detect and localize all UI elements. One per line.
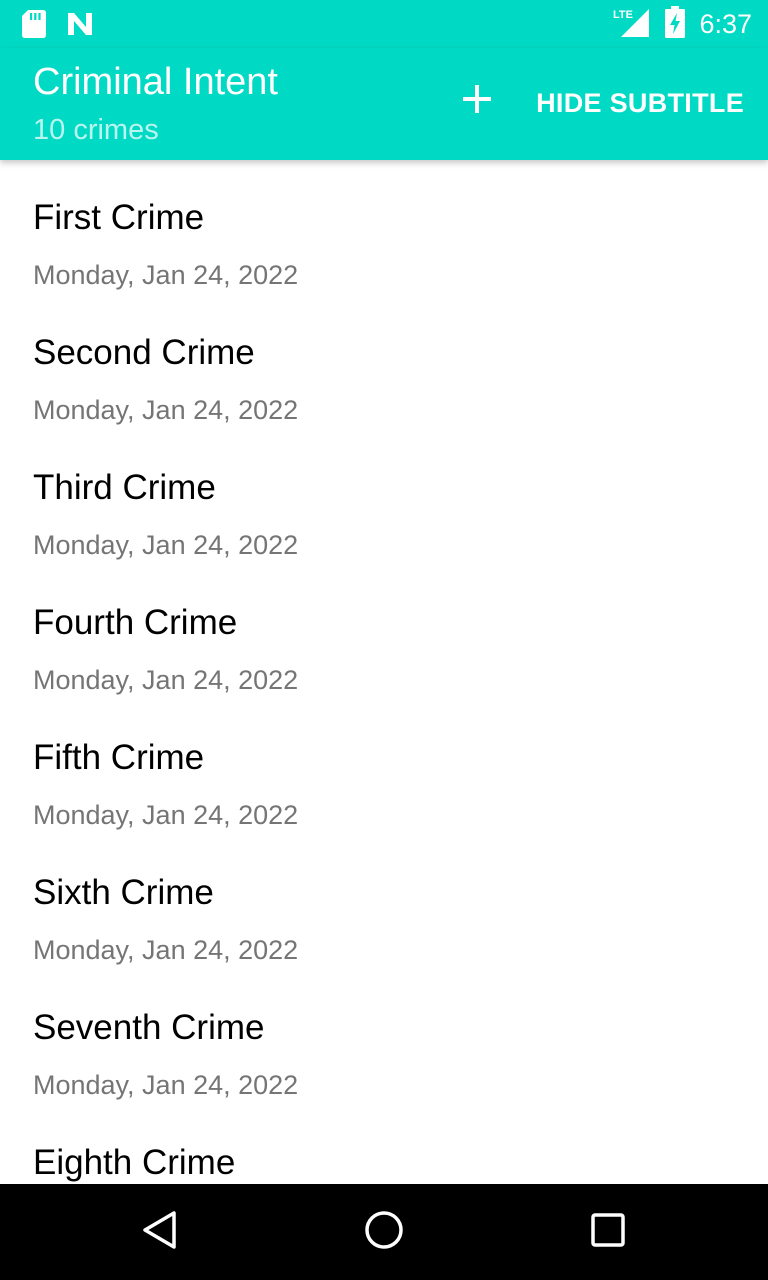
crime-list-item[interactable]: Third Crime Monday, Jan 24, 2022: [0, 430, 768, 565]
crime-title: Fifth Crime: [33, 738, 205, 777]
crime-list[interactable]: First Crime Monday, Jan 24, 2022 Second …: [0, 160, 768, 1184]
status-bar: LTE 6:37: [0, 0, 768, 48]
home-button[interactable]: [360, 1208, 408, 1256]
crime-list-item[interactable]: Fourth Crime Monday, Jan 24, 2022: [0, 565, 768, 700]
crime-date: Monday, Jan 24, 2022: [33, 260, 299, 290]
crime-title: Seventh Crime: [33, 1008, 265, 1047]
app-title: Criminal Intent: [33, 61, 278, 103]
crime-list-item[interactable]: Seventh Crime Monday, Jan 24, 2022: [0, 970, 768, 1105]
sd-card-icon: [22, 10, 46, 43]
crime-title: Second Crime: [33, 333, 255, 372]
clock: 6:37: [699, 8, 752, 39]
crime-title: First Crime: [33, 198, 205, 237]
crime-title: Third Crime: [33, 468, 216, 507]
plus-icon: [461, 83, 493, 120]
crime-title: Eighth Crime: [33, 1143, 236, 1182]
app-bar: Criminal Intent 10 crimes HIDE SUBTITLE: [0, 48, 768, 160]
crime-date: Monday, Jan 24, 2022: [33, 530, 299, 560]
recents-button[interactable]: [584, 1208, 632, 1256]
home-icon: [364, 1210, 404, 1255]
add-crime-button[interactable]: [448, 72, 506, 130]
crime-date: Monday, Jan 24, 2022: [33, 395, 299, 425]
crime-list-item[interactable]: Second Crime Monday, Jan 24, 2022: [0, 295, 768, 430]
crime-title: Sixth Crime: [33, 873, 214, 912]
lte-signal-icon: LTE: [613, 7, 651, 42]
crime-count-subtitle: 10 crimes: [33, 114, 159, 146]
crime-date: Monday, Jan 24, 2022: [33, 935, 299, 965]
crime-list-item[interactable]: Fifth Crime Monday, Jan 24, 2022: [0, 700, 768, 835]
crime-date: Monday, Jan 24, 2022: [33, 800, 299, 830]
battery-charging-icon: [665, 5, 686, 43]
crime-list-item[interactable]: First Crime Monday, Jan 24, 2022: [0, 160, 768, 295]
navigation-bar: [0, 1184, 768, 1280]
n-notification-icon: [66, 11, 94, 42]
network-type: LTE: [613, 9, 633, 21]
back-button[interactable]: [136, 1208, 184, 1256]
back-icon: [142, 1210, 178, 1255]
hide-subtitle-button[interactable]: HIDE SUBTITLE: [536, 88, 744, 119]
crime-list-item[interactable]: Sixth Crime Monday, Jan 24, 2022: [0, 835, 768, 970]
crime-date: Monday, Jan 24, 2022: [33, 1070, 299, 1100]
recents-icon: [590, 1212, 626, 1253]
crime-title: Fourth Crime: [33, 603, 238, 642]
crime-date: Monday, Jan 24, 2022: [33, 665, 299, 695]
crime-list-item[interactable]: Eighth Crime: [0, 1105, 768, 1184]
